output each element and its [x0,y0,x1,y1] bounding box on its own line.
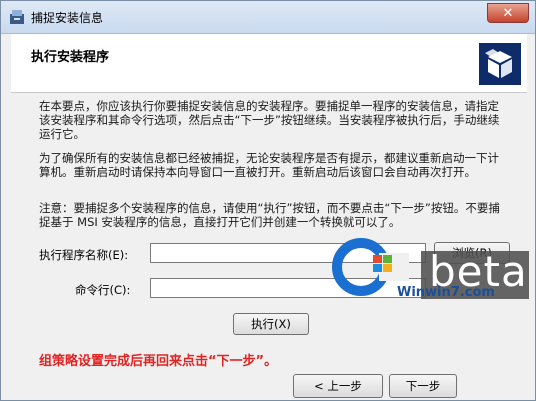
command-line-label: 命令行(C): [75,283,131,297]
next-button[interactable]: 下一步 [389,374,457,398]
installer-box-icon [479,43,521,85]
instruction-paragraph-2: 为了确保所有的安装信息都已经被捕捉，无论安装程序是否有提示，都建议重新启动一下计… [39,151,499,179]
instruction-paragraph-1: 在本要点，你应该执行你要捕捉安装信息的安装程序。要捕捉单一程序的安装信息，请指定… [39,99,500,141]
execute-button[interactable]: 执行(X) [233,313,309,335]
window-title: 捕捉安装信息 [31,11,104,25]
title-bar[interactable]: 捕捉安装信息 ✕ [1,1,535,34]
wizard-window: 捕捉安装信息 ✕ 执行安装程序 在本要点，你应该执行你要捕捉安装信息的安装程序。… [0,0,536,401]
instruction-paragraph-3: 注意：要捕捉多个安装程序的信息，请使用“执行”按钮，而不要点击“下一步”按钮。不… [39,201,500,229]
page-title: 执行安装程序 [31,50,110,65]
app-icon [10,10,24,24]
red-annotation-note: 组策略设置完成后再回来点击“下一步”。 [39,354,278,369]
wizard-header: 执行安装程序 [11,34,527,93]
program-name-label: 执行程序名称(E): [39,248,129,262]
back-button[interactable]: < 上一步 [293,374,383,398]
watermark-url: Winwin7.com [397,285,495,300]
close-button[interactable]: ✕ [487,3,529,23]
close-icon: ✕ [502,6,514,21]
